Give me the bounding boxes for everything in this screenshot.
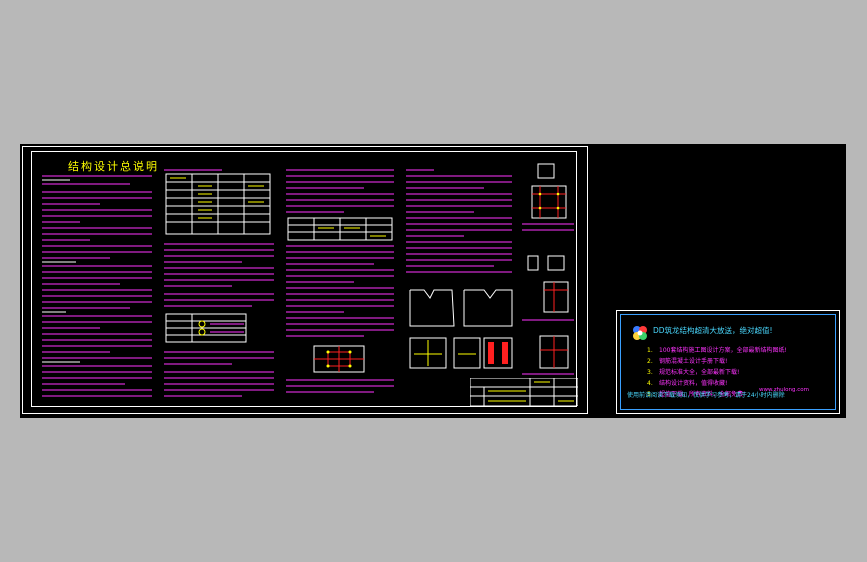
note-item-number: 3.: [647, 369, 653, 376]
notes-column-1: [42, 175, 152, 397]
note-item-text: 100套结构施工图设计方案，全部最新结构图纸!: [659, 347, 787, 354]
advertisement-note-panel: DD筑龙结构超清大放送，绝对超值! 1. 100套结构施工图设计方案，全部最新结构…: [616, 310, 840, 414]
note-footer: 使用前请阅读下载须知，仅供学习参考，请于24小时内删除: [627, 392, 785, 399]
note-item: 4. 结构设计资料，值得收藏!: [647, 378, 727, 387]
drawing-frame: 结构设计总说明: [31, 151, 578, 407]
note-item: 1. 100套结构施工图设计方案，全部最新结构图纸!: [647, 345, 787, 354]
drawing-sheet-border: 结构设计总说明: [22, 146, 588, 414]
note-item-number: 1.: [647, 347, 653, 354]
zhulong-logo-icon: [633, 326, 647, 340]
note-header: DD筑龙结构超清大放送，绝对超值!: [653, 326, 773, 335]
note-item-text: 钢筋混凝土设计手册下载!: [659, 358, 728, 365]
note-item-text: 结构设计资料，值得收藏!: [659, 380, 728, 387]
note-panel-frame: DD筑龙结构超清大放送，绝对超值! 1. 100套结构施工图设计方案，全部最新结构…: [620, 314, 836, 410]
note-item-text: 规范标准大全，全部最新下载!: [659, 369, 740, 376]
cad-model-space[interactable]: 结构设计总说明 DD筑龙结构超清大放送，绝对超值! 1. 100套结构施工图设计…: [20, 144, 846, 418]
note-item-number: 4.: [647, 380, 653, 387]
notes-column-4: [406, 169, 513, 369]
detail-drawings: [522, 163, 574, 375]
notes-column-2: [164, 169, 274, 397]
note-item-number: 2.: [647, 358, 653, 365]
notes-column-3: [286, 169, 394, 393]
note-item: 2. 钢筋混凝土设计手册下载!: [647, 356, 727, 365]
title-block: [470, 378, 578, 406]
note-item: 3. 规范标准大全，全部最新下载!: [647, 367, 739, 376]
